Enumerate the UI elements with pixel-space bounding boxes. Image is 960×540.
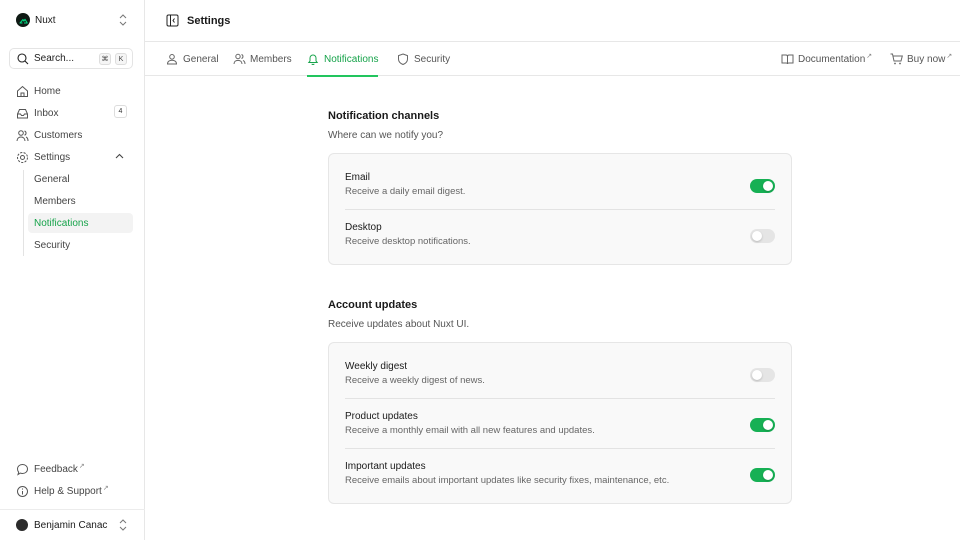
external-link-icon: ↗: [866, 53, 873, 60]
account-updates-card: Weekly digest Receive a weekly digest of…: [328, 342, 792, 504]
chevron-up-icon[interactable]: [115, 153, 124, 159]
setting-description: Receive emails about important updates l…: [345, 475, 670, 486]
tab-general[interactable]: General: [166, 42, 219, 76]
user-menu[interactable]: Benjamin Canac: [16, 517, 128, 533]
bell-icon: [307, 53, 319, 65]
sidebar-subitem-security[interactable]: Security: [28, 235, 133, 255]
sidebar-item-label: Settings: [34, 151, 71, 163]
tab-label: General: [183, 53, 219, 65]
inbox-icon: [16, 107, 29, 120]
gear-icon: [16, 151, 29, 164]
buy-now-label: Buy now: [907, 53, 946, 65]
page-header: Settings: [145, 0, 960, 42]
tab-label: Members: [250, 53, 292, 65]
team-switcher[interactable]: Nuxt: [16, 12, 128, 28]
team-name: Nuxt: [35, 14, 56, 26]
chevron-up-down-icon: [118, 13, 128, 27]
sidebar-subitem-general[interactable]: General: [28, 169, 133, 189]
search-button[interactable]: Search... ⌘ K: [9, 48, 133, 69]
documentation-label: Documentation: [798, 53, 866, 65]
sidebar: Nuxt Search... ⌘ K Home Inbox 4 Customer…: [0, 0, 145, 540]
sidebar-item-customers[interactable]: Customers: [16, 127, 128, 143]
setting-row-important-updates: Important updates Receive emails about i…: [345, 448, 775, 498]
sidebar-item-label: Inbox: [34, 107, 59, 119]
nuxt-logo-icon: [16, 13, 30, 27]
setting-row-product-updates: Product updates Receive a monthly email …: [345, 398, 775, 448]
inbox-count-badge: 4: [114, 105, 127, 118]
important-updates-toggle[interactable]: [750, 468, 775, 482]
search-icon: [17, 52, 29, 65]
cart-icon: [890, 53, 903, 65]
users-icon: [233, 53, 246, 65]
sidebar-subitem-members[interactable]: Members: [28, 191, 133, 211]
desktop-toggle[interactable]: [750, 229, 775, 243]
setting-name: Desktop: [345, 222, 382, 233]
section-description: Receive updates about Nuxt UI.: [328, 319, 470, 330]
chevron-up-down-icon: [118, 518, 128, 532]
sidebar-subitem-label: Members: [34, 195, 76, 207]
sidebar-collapse-icon[interactable]: [166, 14, 179, 27]
feedback-label: Feedback: [34, 463, 78, 475]
kbd-k: K: [115, 53, 127, 65]
kbd-meta: ⌘: [99, 53, 111, 65]
home-icon: [16, 85, 29, 98]
help-support-link[interactable]: Help & Support ↗: [16, 483, 128, 499]
setting-row-weekly-digest: Weekly digest Receive a weekly digest of…: [345, 349, 775, 399]
sidebar-subitem-label: Notifications: [34, 217, 89, 229]
avatar: [16, 519, 28, 531]
weekly-digest-toggle[interactable]: [750, 368, 775, 382]
user-name: Benjamin Canac: [34, 519, 108, 531]
buy-now-link[interactable]: Buy now ↗: [890, 42, 952, 76]
feedback-link[interactable]: Feedback ↗: [16, 461, 128, 477]
users-icon: [16, 129, 29, 142]
sidebar-item-label: Customers: [34, 129, 83, 141]
section-title: Account updates: [328, 299, 418, 311]
setting-description: Receive desktop notifications.: [345, 236, 471, 247]
help-support-label: Help & Support: [34, 485, 102, 497]
page-title: Settings: [187, 14, 231, 27]
setting-description: Receive a daily email digest.: [345, 186, 466, 197]
setting-row-email: Email Receive a daily email digest.: [345, 160, 775, 210]
email-toggle[interactable]: [750, 179, 775, 193]
sidebar-subitem-label: General: [34, 173, 70, 185]
section-title: Notification channels: [328, 110, 440, 122]
sidebar-item-settings[interactable]: Settings: [16, 149, 128, 165]
sidebar-item-home[interactable]: Home: [16, 83, 128, 99]
setting-name: Email: [345, 172, 371, 183]
info-icon: [16, 485, 29, 498]
shield-icon: [397, 53, 409, 65]
tab-members[interactable]: Members: [233, 42, 292, 76]
tab-notifications[interactable]: Notifications: [307, 42, 379, 77]
setting-description: Receive a monthly email with all new fea…: [345, 425, 595, 436]
divider: [0, 509, 145, 510]
notification-channels-card: Email Receive a daily email digest. Desk…: [328, 153, 792, 265]
section-description: Where can we notify you?: [328, 130, 444, 141]
setting-name: Important updates: [345, 461, 426, 472]
sidebar-item-label: Home: [34, 85, 61, 97]
documentation-link[interactable]: Documentation ↗: [781, 42, 872, 76]
notifications-settings: Notification channels Where can we notif…: [145, 77, 960, 540]
search-placeholder: Search...: [34, 53, 75, 64]
setting-name: Product updates: [345, 411, 418, 422]
sidebar-subitem-label: Security: [34, 239, 71, 251]
tab-label: Security: [414, 53, 451, 65]
sidebar-item-inbox[interactable]: Inbox 4: [16, 105, 128, 121]
chat-icon: [16, 463, 29, 476]
subtree-line: [23, 170, 24, 256]
external-link-icon: ↗: [946, 53, 953, 60]
setting-description: Receive a weekly digest of news.: [345, 375, 485, 386]
tab-label: Notifications: [324, 53, 379, 65]
product-updates-toggle[interactable]: [750, 418, 775, 432]
tab-security[interactable]: Security: [397, 42, 450, 76]
settings-tabs: General Members Notifications Security D…: [145, 42, 960, 77]
setting-row-desktop: Desktop Receive desktop notifications.: [345, 209, 775, 259]
setting-name: Weekly digest: [345, 361, 408, 372]
user-icon: [166, 53, 178, 65]
sidebar-subitem-notifications[interactable]: Notifications: [28, 213, 133, 233]
external-link-icon: ↗: [78, 463, 85, 470]
external-link-icon: ↗: [102, 485, 109, 492]
book-icon: [781, 53, 794, 65]
